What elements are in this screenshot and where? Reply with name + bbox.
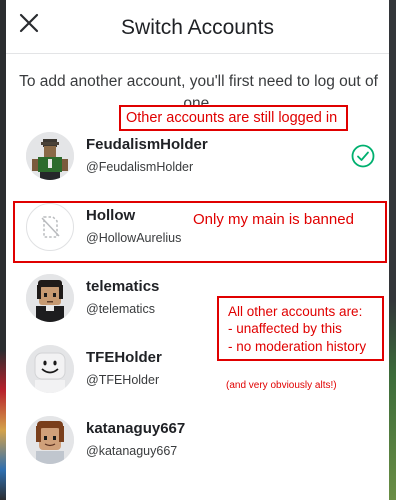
modal-header: Switch Accounts [6,0,389,55]
avatar [26,132,74,180]
annotation-unaffected-line-1: All other accounts are: [228,304,363,319]
account-username: FeudalismHolder [86,136,208,153]
annotation-banned: Only my main is banned [193,211,354,228]
annotation-unaffected-box: All other accounts are: - unaffected by … [217,296,384,361]
annotation-banned-box: Only my main is banned [13,201,387,263]
account-handle: @TFEHolder [86,373,160,387]
avatar [26,345,74,393]
instructions-text: To add another account, you'll first nee… [19,73,378,105]
background-edge-right [389,0,396,500]
avatar [26,274,74,322]
account-username: TFEHolder [86,349,162,366]
account-handle: @katanaguy667 [86,444,178,458]
account-row-feudalismholder[interactable]: FeudalismHolder @FeudalismHolder [26,130,376,192]
account-handle: @telematics [86,302,155,316]
header-divider [6,53,389,54]
annotation-unaffected-line-3: - no moderation history [228,339,367,354]
modal-title: Switch Accounts [121,16,274,39]
account-username: telematics [86,278,160,295]
account-row-katanaguy667[interactable]: katanaguy667 @katanaguy667 [26,414,376,476]
annotation-alts: (and very obviously alts!) [226,380,337,391]
avatar [26,416,74,464]
checkmark-circle-icon [351,144,375,168]
account-handle: @FeudalismHolder [86,160,194,174]
account-username: katanaguy667 [86,420,186,437]
annotation-logged-in: Other accounts are still logged in [126,110,338,126]
annotation-unaffected-line-2: - unaffected by this [228,321,342,336]
annotation-logged-in-box: Other accounts are still logged in [119,105,348,131]
